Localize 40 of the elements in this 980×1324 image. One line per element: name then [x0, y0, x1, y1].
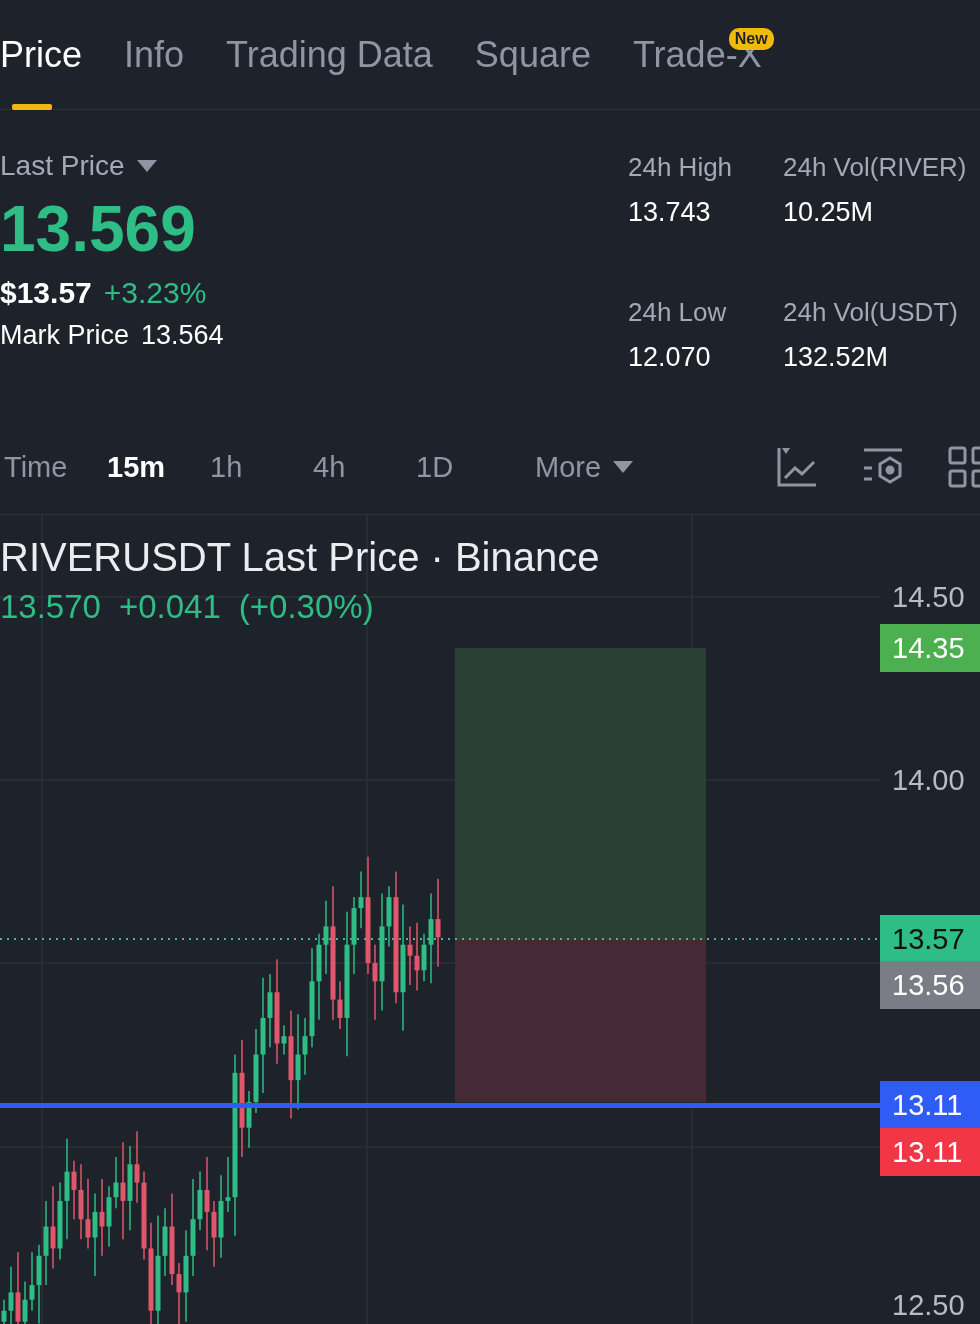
- usd-price: $13.57: [0, 276, 92, 310]
- axis-label: 12.50: [891, 1288, 966, 1323]
- price-change: +3.23%: [103, 276, 207, 310]
- grid-icon[interactable]: [948, 446, 980, 488]
- stat-value: 10.25M: [783, 197, 875, 228]
- price-tag: 13.57: [880, 915, 980, 963]
- price-type-label[interactable]: Last Price: [0, 150, 125, 182]
- line-chart-icon[interactable]: [776, 446, 818, 488]
- stat-value: 132.52M: [783, 342, 890, 373]
- stat-label: 24h Low: [628, 297, 728, 328]
- interval-tab[interactable]: 1D: [412, 450, 515, 484]
- caret-icon: [613, 461, 634, 473]
- stat-label: 24h Vol(RIVER): [783, 152, 968, 183]
- stat-label: 24h Vol(USDT): [783, 297, 959, 328]
- last-price: 13.569: [0, 192, 197, 266]
- price-tag: 14.35: [880, 624, 980, 672]
- chart-title: RIVERUSDT Last Price · Binance: [0, 535, 600, 580]
- mark-price: 13.564: [141, 320, 224, 351]
- chart-change-percent: (+0.30%): [238, 588, 374, 626]
- interval-tab[interactable]: 15m: [103, 450, 206, 484]
- stat-label: 24h High: [628, 152, 734, 183]
- tab[interactable]: Info: [124, 0, 185, 110]
- price-tag: 13.11: [880, 1081, 980, 1129]
- axis-label: 14.00: [891, 763, 966, 798]
- more-button[interactable]: More: [535, 450, 634, 484]
- tab[interactable]: Square: [474, 0, 591, 110]
- stat-value: 12.070: [628, 342, 712, 373]
- mark-price-label: Mark Price: [0, 320, 129, 351]
- price-tag: 13.56: [880, 961, 980, 1009]
- tab[interactable]: Trading Data: [226, 0, 433, 110]
- caret-icon[interactable]: [136, 160, 157, 172]
- chart-last-price: 13.570: [0, 588, 101, 626]
- chart-change: +0.041: [118, 588, 221, 626]
- interval-tab[interactable]: 1h: [206, 450, 309, 484]
- price-tag: 13.11: [880, 1128, 980, 1176]
- interval-tab[interactable]: 4h: [309, 450, 412, 484]
- interval-tab[interactable]: Time: [0, 450, 103, 484]
- tab[interactable]: Price: [0, 0, 83, 110]
- axis-label: 14.50: [891, 580, 966, 615]
- stat-value: 13.743: [628, 197, 712, 228]
